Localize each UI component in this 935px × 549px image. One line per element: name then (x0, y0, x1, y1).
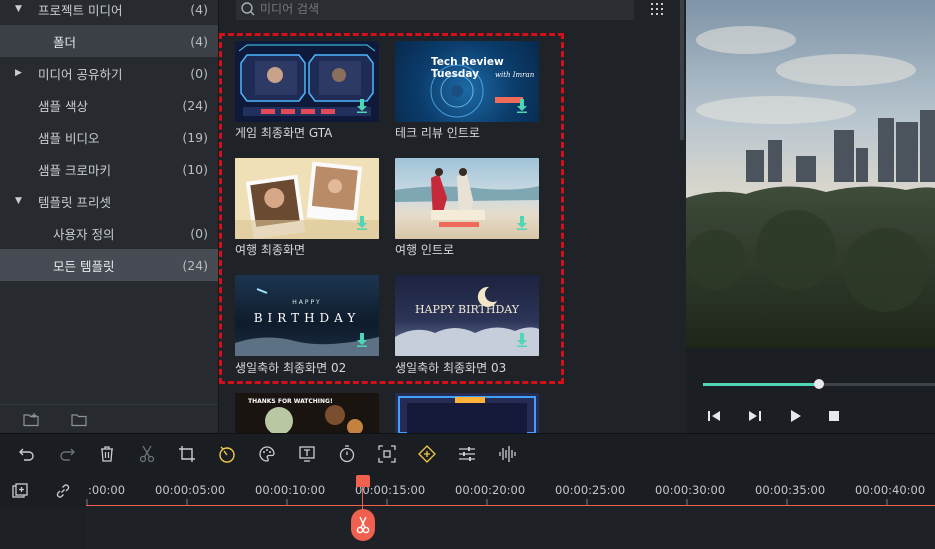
sidebar-item-label: 샘플 색상 (38, 98, 88, 114)
sidebar-item-count: (4) (190, 33, 208, 49)
playback-scrubber[interactable] (814, 379, 824, 389)
sidebar-item-count: (24) (182, 97, 208, 113)
previous-frame-icon[interactable] (708, 410, 722, 422)
video-preview (686, 0, 935, 348)
playhead-handle[interactable] (356, 475, 370, 487)
sidebar-item-sample-videos[interactable]: 샘플 비디오 (19) (0, 121, 218, 153)
playhead-line (362, 486, 363, 511)
sidebar-item-label: 프로젝트 미디어 (38, 2, 123, 18)
next-frame-icon[interactable] (749, 410, 763, 422)
expand-arrow-icon[interactable]: ▼ (15, 4, 22, 14)
sidebar-item-template-presets[interactable]: ▼ 템플릿 프리셋 (0, 185, 218, 217)
delete-icon[interactable] (98, 445, 116, 463)
playback-controls (686, 348, 935, 433)
folder-icon[interactable] (71, 412, 87, 427)
track-header (0, 506, 87, 549)
media-library-sidebar: ▼ 프로젝트 미디어 (4) 폴더 (4) ▶ 미디어 공유하기 (0) 샘플 … (0, 0, 219, 433)
scissors-icon (356, 516, 370, 534)
play-icon[interactable] (790, 410, 802, 422)
ruler-tick-label: 00:00:05:00 (155, 483, 226, 497)
sidebar-item-count: (0) (190, 225, 208, 241)
adjust-sliders-icon[interactable] (458, 445, 476, 463)
grid-view-icon[interactable] (650, 2, 664, 16)
sidebar-item-label: 미디어 공유하기 (38, 66, 123, 82)
search-icon (241, 2, 255, 16)
add-track-icon[interactable] (12, 483, 28, 499)
stop-icon[interactable] (829, 411, 839, 421)
keyframe-icon[interactable] (418, 445, 436, 463)
sidebar-item-count: (10) (182, 161, 208, 177)
sidebar-item-sample-colors[interactable]: 샘플 색상 (24) (0, 89, 218, 121)
sidebar-item-label: 폴더 (53, 34, 77, 50)
speed-icon[interactable] (218, 445, 236, 463)
sidebar-item-label: 샘플 크로마키 (38, 162, 111, 178)
scissors-icon[interactable] (138, 445, 156, 463)
timeline-track[interactable] (86, 506, 935, 549)
template-thumbnail-thanks[interactable]: THANKS FOR WATCHING! (235, 393, 379, 433)
playback-progress-fill (703, 383, 819, 386)
undo-icon[interactable] (18, 445, 36, 463)
color-palette-icon[interactable] (258, 445, 276, 463)
sidebar-item-folder[interactable]: 폴더 (4) (0, 25, 218, 57)
selection-highlight (219, 33, 564, 384)
text-overlay-icon[interactable] (298, 445, 316, 463)
ruler-tick-label: 00:00:10:00 (255, 483, 326, 497)
sidebar-item-count: (0) (190, 65, 208, 81)
sidebar-item-sample-chroma[interactable]: 샘플 크로마키 (10) (0, 153, 218, 185)
crop-icon[interactable] (178, 445, 196, 463)
template-thumbnail-gaming[interactable] (395, 393, 539, 433)
gaming-preview-graphic (398, 396, 536, 433)
sidebar-item-project-media[interactable]: ▼ 프로젝트 미디어 (4) (0, 0, 218, 25)
sidebar-item-label: 모든 템플릿 (53, 258, 115, 274)
sidebar-item-custom[interactable]: 사용자 정의 (0) (0, 217, 218, 249)
media-scrollbar[interactable] (680, 0, 684, 140)
ruler-tick-label: 00:00:20:00 (455, 483, 526, 497)
sidebar-item-label: 샘플 비디오 (38, 130, 100, 146)
timer-icon[interactable] (338, 445, 356, 463)
new-folder-icon[interactable] (23, 412, 39, 427)
sidebar-item-count: (4) (190, 1, 208, 17)
playhead-split-button[interactable] (351, 509, 375, 541)
collapse-arrow-icon[interactable]: ▶ (15, 68, 22, 78)
fit-frame-icon[interactable] (378, 445, 396, 463)
sidebar-item-count: (24) (182, 257, 208, 273)
sidebar-item-shared-media[interactable]: ▶ 미디어 공유하기 (0) (0, 57, 218, 89)
sidebar-item-count: (19) (182, 129, 208, 145)
ruler-tick-label: 00:00:35:00 (755, 483, 826, 497)
sidebar-item-label: 템플릿 프리셋 (38, 194, 111, 210)
redo-icon[interactable] (58, 445, 76, 463)
sidebar-item-label: 사용자 정의 (53, 226, 115, 242)
ruler-tick-label: 00:00:40:00 (855, 483, 926, 497)
audio-waveform-icon[interactable] (498, 445, 516, 463)
ruler-tick-label: :00:00 (88, 483, 126, 497)
link-icon[interactable] (55, 483, 71, 499)
preview-frame-graphic (686, 0, 935, 348)
sidebar-footer (0, 404, 218, 434)
expand-arrow-icon[interactable]: ▼ (15, 196, 22, 206)
overlay-title: THANKS FOR WATCHING! (248, 398, 333, 405)
search-box[interactable] (236, 0, 634, 20)
search-input[interactable] (260, 0, 620, 18)
ruler-tick-label: 00:00:30:00 (655, 483, 726, 497)
ruler-tick-label: 00:00:25:00 (555, 483, 626, 497)
sidebar-item-all-templates[interactable]: 모든 템플릿 (24) (0, 249, 218, 281)
